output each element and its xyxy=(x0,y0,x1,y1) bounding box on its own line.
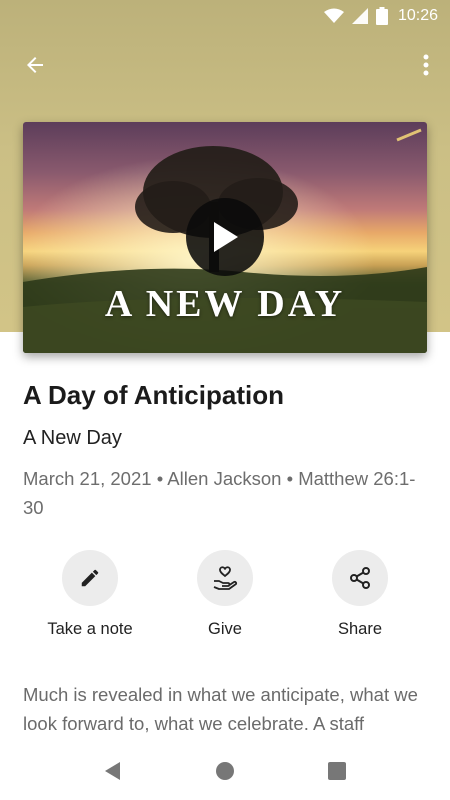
arrow-back-icon xyxy=(27,57,43,73)
play-button[interactable] xyxy=(186,198,264,276)
take-note-label: Take a note xyxy=(47,620,133,638)
give-label: Give xyxy=(208,620,242,638)
sermon-description: Much is revealed in what we anticipate, … xyxy=(23,684,418,734)
share-circle[interactable] xyxy=(332,550,388,606)
battery-icon xyxy=(375,7,388,25)
give-circle[interactable] xyxy=(197,550,253,606)
nav-recents-icon xyxy=(328,762,346,780)
series-name: A New Day xyxy=(23,427,122,449)
share-icon xyxy=(350,567,370,589)
system-nav-bar xyxy=(0,742,450,800)
nav-back-button[interactable] xyxy=(97,758,127,784)
video-overlay-title: A NEW DAY xyxy=(104,283,346,325)
take-note-circle[interactable] xyxy=(62,550,118,606)
share-label: Share xyxy=(337,620,383,638)
back-button[interactable] xyxy=(18,50,52,80)
nav-home-icon xyxy=(216,762,234,780)
action-row: Take a note Give Share xyxy=(0,550,450,650)
wifi-icon xyxy=(323,8,344,23)
signal-icon xyxy=(351,8,368,24)
nav-home-button[interactable] xyxy=(210,758,240,784)
sermon-meta: March 21, 2021 • Allen Jackson • Matthew… xyxy=(23,468,416,518)
pencil-icon xyxy=(81,569,99,587)
status-bar: 10:26 xyxy=(0,0,450,32)
play-icon xyxy=(214,222,238,252)
more-options-button[interactable] xyxy=(416,50,436,80)
hand-heart-icon xyxy=(213,566,238,590)
app-bar xyxy=(0,40,450,90)
sermon-title: A Day of Anticipation xyxy=(23,380,284,410)
nav-back-icon xyxy=(105,762,120,780)
take-note-button[interactable]: Take a note xyxy=(20,550,160,639)
status-icons xyxy=(323,7,388,25)
give-button[interactable]: Give xyxy=(155,550,295,639)
share-button[interactable]: Share xyxy=(290,550,430,639)
status-time: 10:26 xyxy=(397,7,438,24)
more-vertical-icon xyxy=(423,54,429,76)
nav-recents-button[interactable] xyxy=(322,758,352,784)
